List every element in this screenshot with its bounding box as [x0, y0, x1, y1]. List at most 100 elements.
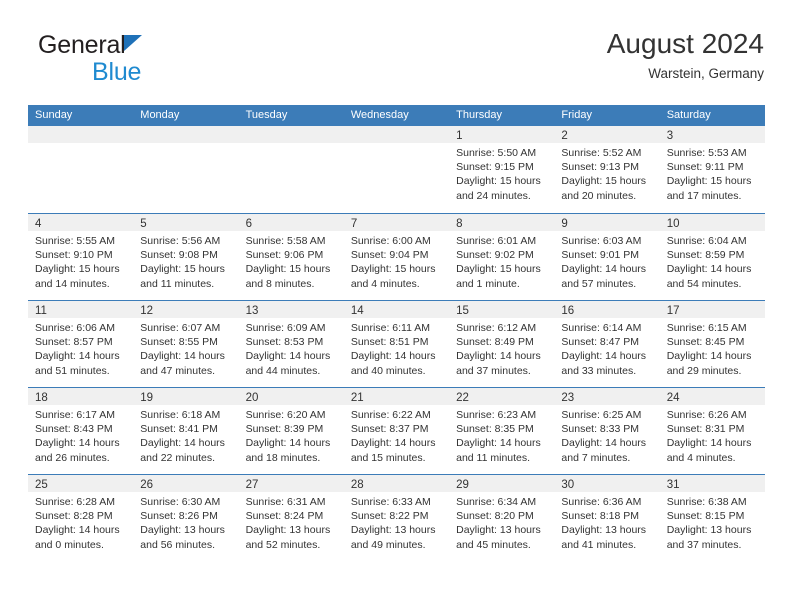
sunrise-text: Sunrise: 6:23 AM — [456, 409, 537, 421]
daylight-text-line1: Daylight: 15 hours — [561, 175, 647, 188]
calendar-day-cell[interactable]: 26 Sunrise: 6:30 AM Sunset: 8:26 PM Dayligh… — [133, 475, 239, 561]
day-number-band: 27 — [238, 475, 344, 492]
day-number-band: 11 — [28, 301, 134, 318]
daylight-text-line2: and 51 minutes. — [35, 364, 110, 377]
day-details: Sunrise: 6:11 AM Sunset: 8:51 PM Daylight:… — [344, 318, 449, 378]
calendar-day-cell[interactable]: 17 Sunrise: 6:15 AM Sunset: 8:45 PM Dayligh… — [659, 301, 765, 387]
calendar-day-cell[interactable]: 6 Sunrise: 5:58 AM Sunset: 9:06 PM Daylight… — [238, 214, 344, 300]
day-number: 21 — [350, 392, 364, 404]
calendar-day-cell[interactable]: 29 Sunrise: 6:34 AM Sunset: 8:20 PM Dayligh… — [449, 475, 555, 561]
calendar-day-cell[interactable]: 12 Sunrise: 6:07 AM Sunset: 8:55 PM Dayligh… — [133, 301, 239, 387]
day-number-band: 16 — [554, 301, 660, 318]
day-number-band: 13 — [238, 301, 344, 318]
day-number-band: 1 — [449, 126, 555, 143]
calendar-day-cell[interactable]: 28 Sunrise: 6:33 AM Sunset: 8:22 PM Dayligh… — [343, 475, 450, 561]
calendar-day-cell[interactable]: 30 Sunrise: 6:36 AM Sunset: 8:18 PM Dayligh… — [554, 475, 660, 561]
day-details: Sunrise: 6:09 AM Sunset: 8:53 PM Daylight:… — [239, 318, 344, 378]
day-number: 30 — [561, 479, 575, 491]
day-number-band: 17 — [659, 301, 765, 318]
daylight-text-line1: Daylight: 14 hours — [245, 437, 331, 450]
calendar-day-cell[interactable]: 24 Sunrise: 6:26 AM Sunset: 8:31 PM Dayligh… — [659, 388, 765, 474]
calendar-day-cell[interactable]: 1 Sunrise: 5:50 AM Sunset: 9:15 PM Daylight… — [449, 126, 555, 213]
sunset-text: Sunset: 8:43 PM — [35, 423, 113, 436]
day-number-band: 7 — [343, 214, 450, 231]
calendar-day-cell[interactable]: 9 Sunrise: 6:03 AM Sunset: 9:01 PM Daylight… — [554, 214, 660, 300]
day-number-band: 9 — [554, 214, 660, 231]
daylight-text-line2: and 37 minutes. — [456, 364, 531, 377]
calendar-day-cell[interactable]: 14 Sunrise: 6:11 AM Sunset: 8:51 PM Dayligh… — [343, 301, 450, 387]
daylight-text-line1: Daylight: 14 hours — [561, 437, 647, 450]
calendar-day-cell[interactable]: 10 Sunrise: 6:04 AM Sunset: 8:59 PM Dayligh… — [659, 214, 765, 300]
day-details: Sunrise: 5:55 AM Sunset: 9:10 PM Daylight:… — [28, 231, 133, 291]
page-title: August 2024 — [606, 28, 764, 59]
daylight-text-line1: Daylight: 14 hours — [666, 350, 752, 363]
calendar-day-cell[interactable]: 11 Sunrise: 6:06 AM Sunset: 8:57 PM Dayligh… — [28, 301, 134, 387]
daylight-text-line1: Daylight: 15 hours — [35, 263, 120, 276]
day-number-band: 26 — [133, 475, 239, 492]
sunset-text: Sunset: 9:11 PM — [666, 161, 744, 174]
page-header: General Blue August 2024 Warstein, Germa… — [28, 26, 764, 98]
sunrise-text: Sunrise: 6:00 AM — [350, 235, 431, 247]
sunrise-text: Sunrise: 6:14 AM — [561, 322, 642, 334]
day-number: 7 — [350, 218, 358, 230]
day-number: 16 — [561, 305, 575, 317]
calendar-day-cell[interactable]: 7 Sunrise: 6:00 AM Sunset: 9:04 PM Daylight… — [343, 214, 450, 300]
calendar-day-cell[interactable]: 18 Sunrise: 6:17 AM Sunset: 8:43 PM Dayligh… — [28, 388, 134, 474]
generalblue-logo[interactable]: General Blue — [38, 30, 278, 92]
logo-text-general: General — [38, 31, 126, 59]
sunset-text: Sunset: 8:26 PM — [140, 510, 218, 523]
calendar-day-cell[interactable]: 20 Sunrise: 6:20 AM Sunset: 8:39 PM Dayligh… — [238, 388, 344, 474]
daylight-text-line1: Daylight: 14 hours — [666, 263, 752, 276]
sunset-text: Sunset: 8:55 PM — [140, 336, 218, 349]
calendar-day-cell-empty — [28, 126, 134, 213]
day-details: Sunrise: 6:17 AM Sunset: 8:43 PM Daylight:… — [28, 405, 133, 465]
calendar-day-cell[interactable]: 4 Sunrise: 5:55 AM Sunset: 9:10 PM Daylight… — [28, 214, 134, 300]
calendar-day-cell[interactable]: 22 Sunrise: 6:23 AM Sunset: 8:35 PM Dayligh… — [449, 388, 555, 474]
logo-top-row: General — [38, 30, 278, 60]
day-number-band: 23 — [554, 388, 660, 405]
day-details: Sunrise: 5:52 AM Sunset: 9:13 PM Daylight:… — [554, 143, 659, 203]
day-number: 10 — [666, 218, 680, 230]
sunrise-text: Sunrise: 6:26 AM — [666, 409, 747, 421]
calendar-day-cell[interactable]: 2 Sunrise: 5:52 AM Sunset: 9:13 PM Daylight… — [554, 126, 660, 213]
day-number: 4 — [35, 218, 42, 230]
calendar-day-cell[interactable]: 23 Sunrise: 6:25 AM Sunset: 8:33 PM Dayligh… — [554, 388, 660, 474]
day-number-band: 12 — [133, 301, 239, 318]
calendar-day-cell[interactable]: 27 Sunrise: 6:31 AM Sunset: 8:24 PM Dayligh… — [238, 475, 344, 561]
day-details: Sunrise: 6:20 AM Sunset: 8:39 PM Daylight:… — [239, 405, 344, 465]
calendar-day-cell[interactable]: 19 Sunrise: 6:18 AM Sunset: 8:41 PM Dayligh… — [133, 388, 239, 474]
weekday-header-wednesday: Wednesday — [350, 109, 409, 121]
daylight-text-line1: Daylight: 14 hours — [561, 350, 647, 363]
daylight-text-line2: and 20 minutes. — [561, 189, 637, 202]
sunset-text: Sunset: 8:53 PM — [245, 336, 324, 349]
day-number-band: 31 — [659, 475, 765, 492]
day-number-band: 10 — [659, 214, 765, 231]
daylight-text-line2: and 15 minutes. — [350, 451, 426, 464]
calendar-day-cell[interactable]: 31 Sunrise: 6:38 AM Sunset: 8:15 PM Dayligh… — [659, 475, 765, 561]
calendar-day-cell[interactable]: 15 Sunrise: 6:12 AM Sunset: 8:49 PM Dayligh… — [449, 301, 555, 387]
day-number: 29 — [456, 479, 469, 491]
daylight-text-line1: Daylight: 13 hours — [561, 524, 647, 537]
sunset-text: Sunset: 9:10 PM — [35, 249, 113, 262]
weekday-header-row: Sunday Monday Tuesday Wednesday Thursday Frid… — [28, 105, 765, 126]
day-number-band: 18 — [28, 388, 134, 405]
calendar-day-cell[interactable]: 25 Sunrise: 6:28 AM Sunset: 8:28 PM Dayligh… — [28, 475, 134, 561]
calendar-day-cell[interactable]: 5 Sunrise: 5:56 AM Sunset: 9:08 PM Daylight… — [133, 214, 239, 300]
sunset-text: Sunset: 9:02 PM — [456, 249, 534, 262]
day-number-band — [343, 126, 450, 143]
day-number: 9 — [561, 218, 568, 230]
calendar-day-cell[interactable]: 13 Sunrise: 6:09 AM Sunset: 8:53 PM Dayligh… — [238, 301, 344, 387]
calendar-day-cell[interactable]: 3 Sunrise: 5:53 AM Sunset: 9:11 PM Daylight… — [659, 126, 765, 213]
calendar-day-cell[interactable]: 8 Sunrise: 6:01 AM Sunset: 9:02 PM Daylight… — [449, 214, 555, 300]
calendar-day-cell[interactable]: 21 Sunrise: 6:22 AM Sunset: 8:37 PM Dayligh… — [343, 388, 450, 474]
daylight-text-line2: and 11 minutes. — [456, 451, 531, 464]
daylight-text-line1: Daylight: 14 hours — [245, 350, 331, 363]
sunrise-text: Sunrise: 6:01 AM — [456, 235, 537, 247]
day-details: Sunrise: 6:00 AM Sunset: 9:04 PM Daylight:… — [344, 231, 449, 291]
day-number-band: 28 — [343, 475, 450, 492]
day-details: Sunrise: 6:34 AM Sunset: 8:20 PM Daylight:… — [449, 492, 554, 552]
day-number: 17 — [666, 305, 680, 317]
calendar-day-cell[interactable]: 16 Sunrise: 6:14 AM Sunset: 8:47 PM Dayligh… — [554, 301, 660, 387]
day-number: 1 — [456, 130, 463, 142]
calendar-day-cell-empty — [238, 126, 344, 213]
